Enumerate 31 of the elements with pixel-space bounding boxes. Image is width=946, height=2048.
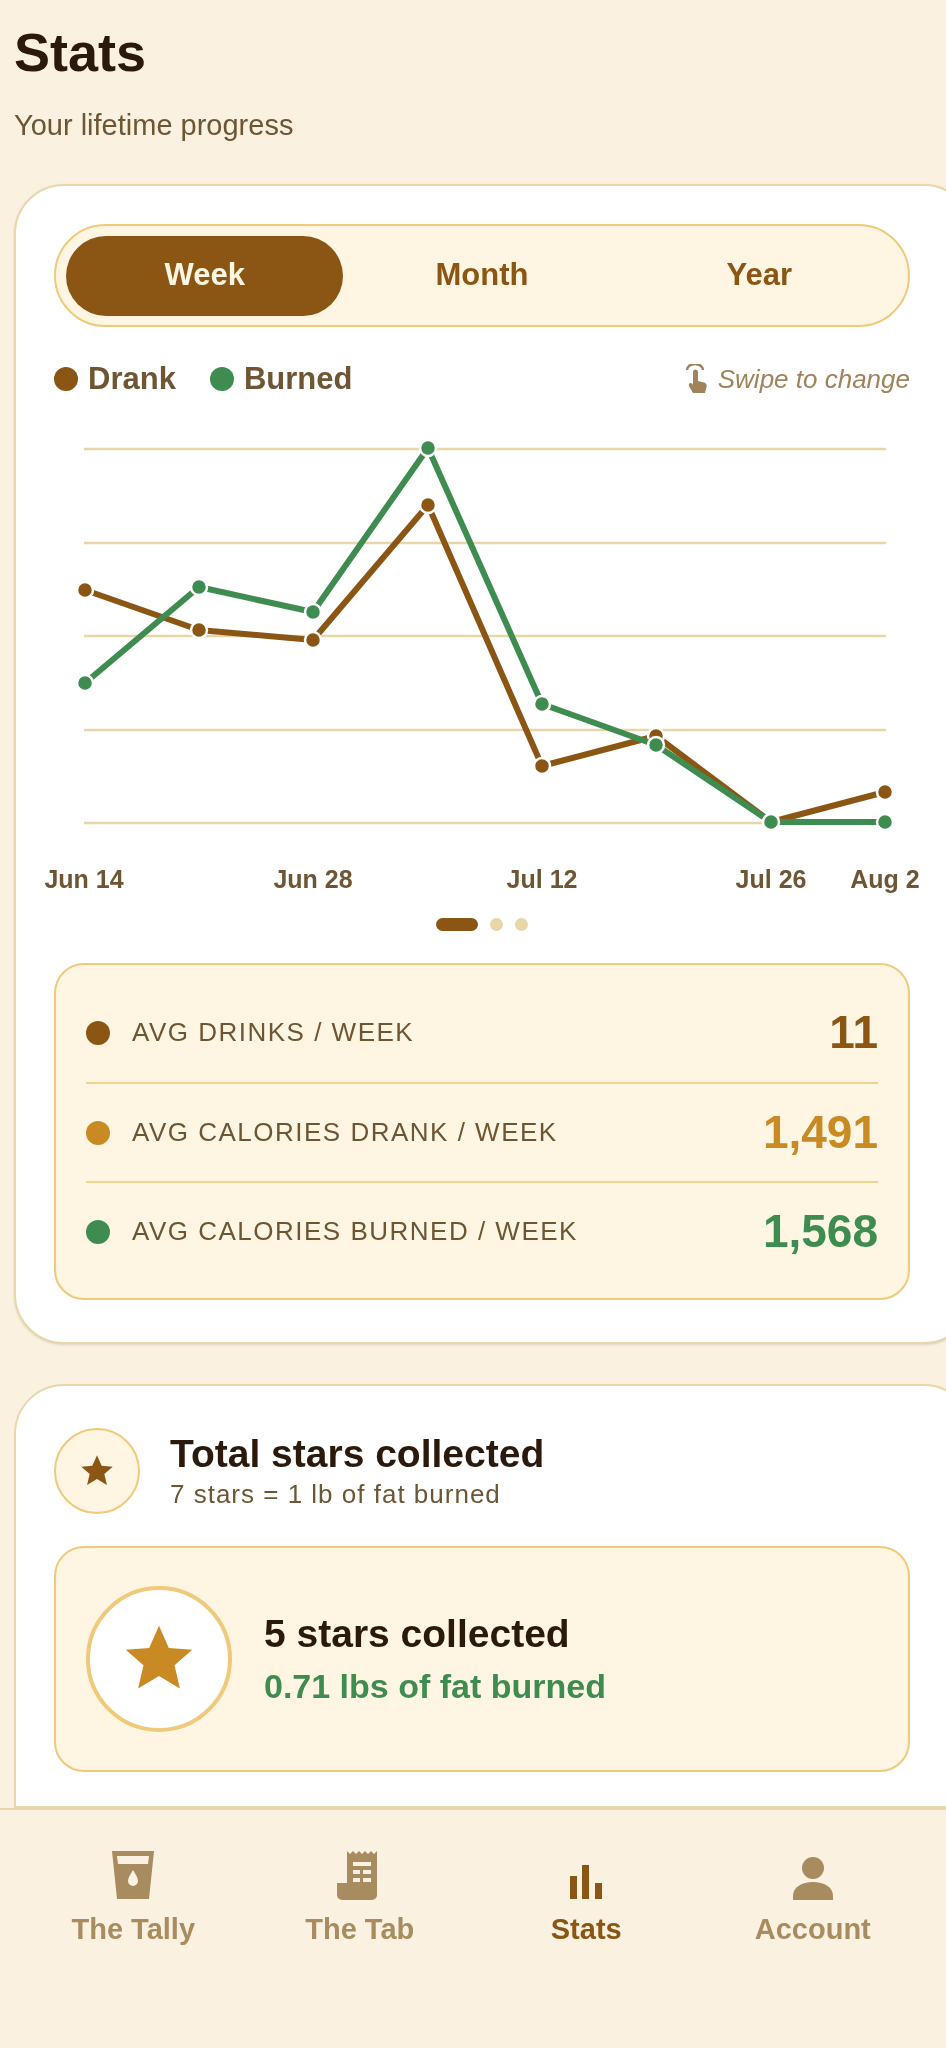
page-subtitle: Your lifetime progress	[14, 108, 295, 143]
stars-collected: 5 stars collected	[264, 1611, 571, 1657]
person-icon	[791, 1856, 834, 1900]
tab-bar-item[interactable]: The Tab	[246, 1848, 473, 1952]
x-axis-label: Jul 12	[506, 865, 578, 893]
period-tab[interactable]: Month	[343, 235, 621, 316]
stat-label: AVG CALORIES BURNED / WEEK	[132, 1215, 578, 1248]
x-axis-label: Jun 14	[44, 865, 124, 893]
x-axis-label: Jul 26	[735, 865, 807, 893]
page-title: Stats	[14, 21, 148, 84]
stars-subtitle: 7 stars = 1 lb of fat burned	[170, 1478, 502, 1511]
stat-value: 11	[829, 1005, 878, 1060]
fat-burned: 0.71 lbs of fat burned	[264, 1666, 606, 1707]
stat-value: 1,568	[762, 1204, 878, 1259]
tab-bar-item[interactable]: Account	[699, 1848, 926, 1952]
tap-hand-icon	[683, 364, 710, 394]
stat-label: AVG DRINKS / WEEK	[132, 1016, 415, 1049]
x-axis-label: Jun 28	[273, 865, 353, 893]
legend-label: Drank	[88, 359, 176, 398]
tab-bar-item[interactable]: Stats	[473, 1848, 700, 1952]
tab-bar-item[interactable]: The Tally	[20, 1848, 247, 1952]
stat-label: AVG CALORIES DRANK / WEEK	[132, 1116, 558, 1149]
stat-value: 1,491	[762, 1105, 878, 1160]
bar-chart-icon	[568, 1864, 605, 1900]
cup-icon	[111, 1850, 156, 1900]
period-tab[interactable]: Week	[66, 235, 344, 316]
stars-title: Total stars collected	[170, 1431, 545, 1477]
x-axis-label: Aug 2	[850, 865, 920, 893]
legend-label: Burned	[243, 359, 353, 398]
period-tab[interactable]: Year	[620, 235, 898, 316]
swipe-hint: Swipe to change	[717, 362, 910, 396]
